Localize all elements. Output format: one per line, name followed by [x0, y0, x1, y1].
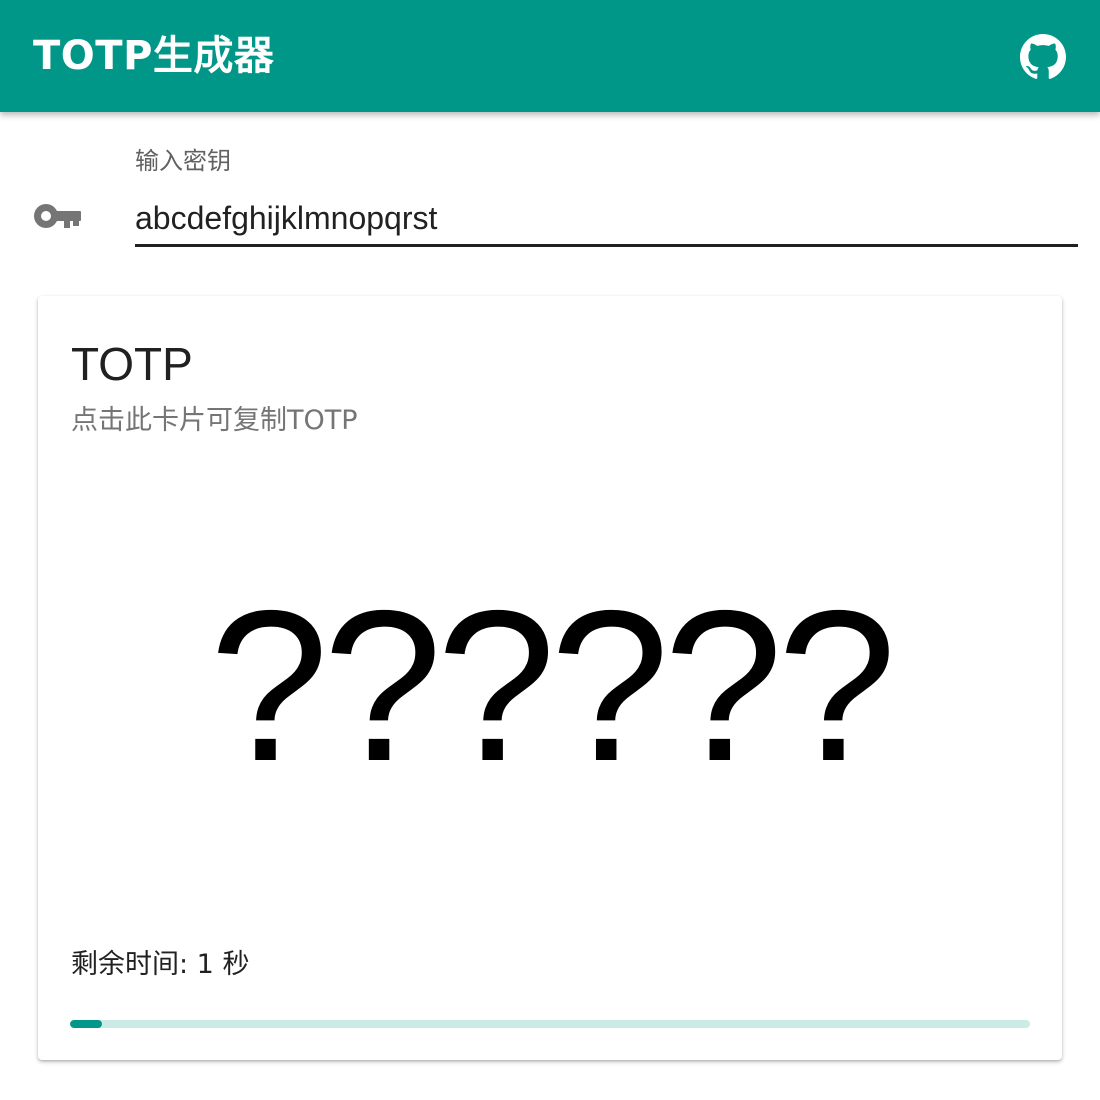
- key-icon: [34, 202, 82, 230]
- card-title: TOTP: [71, 338, 193, 390]
- countdown-progress-bar: [70, 1020, 1030, 1028]
- github-icon: [1020, 34, 1066, 79]
- app-title: TOTP生成器: [33, 33, 275, 79]
- github-link-button[interactable]: [1020, 34, 1066, 80]
- remaining-time: 剩余时间: 1 秒: [71, 949, 250, 980]
- secret-field-label: 输入密钥: [135, 147, 231, 175]
- app-bar: TOTP生成器: [0, 0, 1100, 112]
- countdown-progress-fill: [70, 1020, 102, 1028]
- secret-input[interactable]: [135, 192, 1078, 247]
- totp-card[interactable]: TOTP 点击此卡片可复制TOTP ?????? 剩余时间: 1 秒: [38, 296, 1062, 1060]
- card-subtitle: 点击此卡片可复制TOTP: [71, 405, 358, 436]
- secret-key-row: 输入密钥: [0, 112, 1100, 282]
- totp-code: ??????: [209, 565, 896, 806]
